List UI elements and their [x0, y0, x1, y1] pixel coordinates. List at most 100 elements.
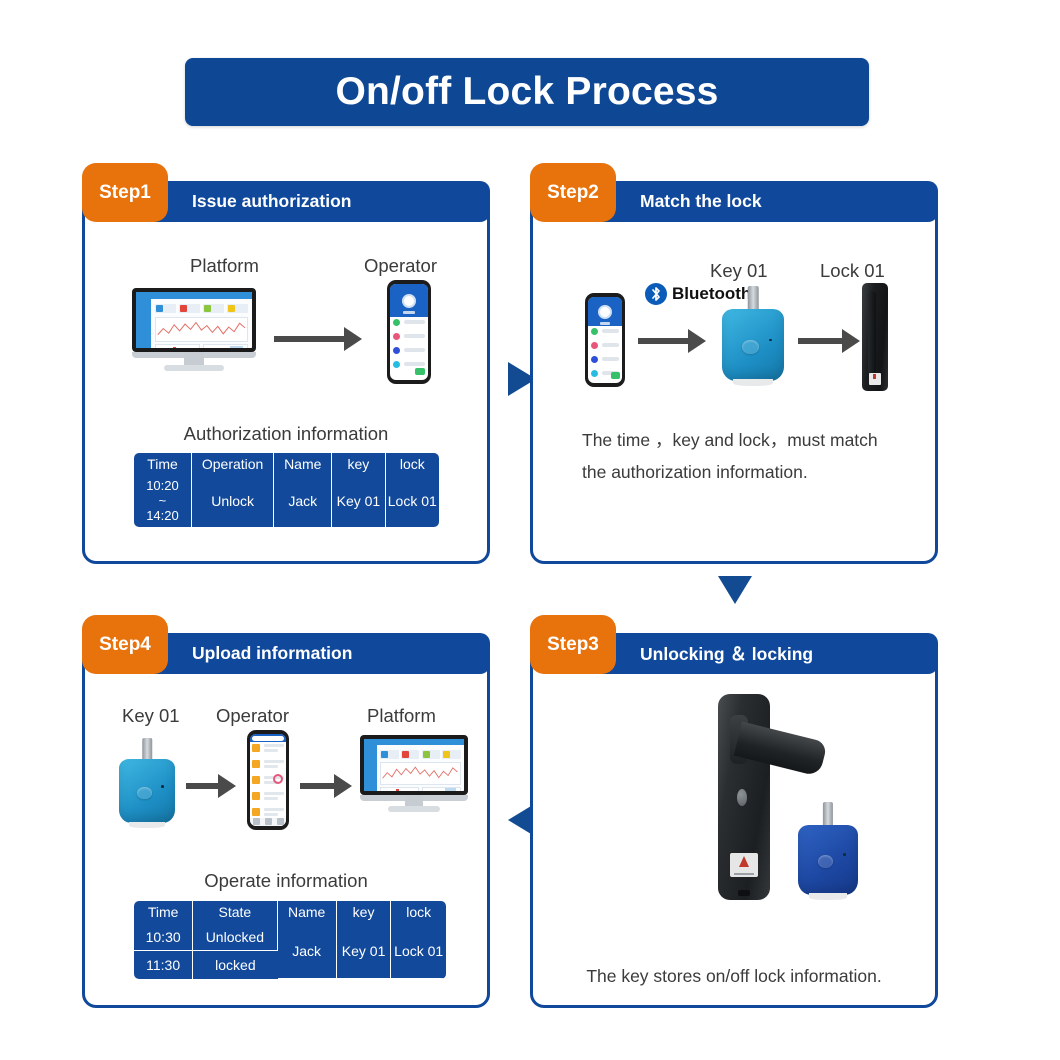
phone-tab-bar [250, 817, 286, 826]
table-header-row: Time Operation Name key lock [134, 453, 439, 476]
th-lock: lock [399, 456, 425, 472]
operator-phone-illustration [387, 280, 431, 384]
step2-flow-arrow-2 [798, 328, 860, 354]
step1-panel: Issue authorization Step1 Platform Opera… [82, 163, 490, 564]
key-shank [142, 738, 152, 762]
step4-panel: Upload information Step4 Key 01 Operator… [82, 615, 490, 1008]
step1-header-label: Issue authorization [192, 191, 352, 211]
table-row: 10:20 ~14:20 Unlock Jack Key 01 Lock 01 [134, 475, 439, 528]
key-tip [733, 379, 773, 386]
lock-knob [736, 788, 748, 807]
phone-status-bar [390, 284, 428, 291]
step2-flow-arrow-1 [638, 328, 706, 354]
step1-badge: Step1 [82, 163, 168, 222]
step1-caption-platform: Platform [190, 255, 259, 276]
key-led-icon [768, 338, 772, 342]
key-shell [722, 309, 784, 381]
cell-state: Unlocked [193, 923, 278, 952]
step4-header-label: Upload information [192, 643, 353, 663]
phone-search-bar [250, 734, 286, 743]
step4-caption-operator: Operator [216, 705, 290, 726]
key-button [742, 339, 759, 354]
lock-card-slot [737, 889, 751, 896]
th-name: Name [278, 901, 337, 924]
step3-key-fob-illustration [798, 802, 858, 900]
monitor-sidebar [364, 739, 377, 791]
monitor-stand-base [164, 364, 224, 371]
monitor-stat-cards [151, 299, 252, 315]
key-tip [129, 821, 165, 828]
cell-state: locked [215, 957, 256, 974]
monitor-stat-cards [377, 745, 464, 760]
step2-caption-lock: Lock 01 [820, 260, 885, 281]
cell-time: 11:30 [134, 951, 194, 980]
key-shell [798, 824, 858, 896]
key-led-icon [161, 785, 164, 788]
monitor-line-chart [155, 316, 248, 342]
step4-operator-phone-illustration [247, 730, 289, 830]
table-header-row: Time State Name key lock [134, 901, 446, 924]
step4-caption-key: Key 01 [122, 705, 180, 726]
cell-lock: Lock 01 [391, 923, 446, 980]
lock-handle [868, 290, 877, 375]
step4-flow-arrow-2 [300, 773, 352, 799]
step2-description-line-2: the authorization information. [582, 462, 808, 482]
key-fob-illustration [722, 286, 784, 386]
key-tip [808, 893, 848, 900]
cell-operation: Unlock [192, 475, 275, 528]
phone-action-button [610, 371, 620, 379]
lock-face-plate [718, 694, 828, 900]
step2-badge-label: Step2 [547, 181, 599, 203]
phone-record-list [250, 742, 286, 826]
cell-key: Key 01 [336, 923, 392, 980]
operate-information-table: Time State Name key lock 10:30 Unlocked … [134, 901, 446, 980]
step2-badge: Step2 [530, 163, 616, 222]
step4-key-fob-illustration [119, 738, 175, 828]
step1-flow-arrow [274, 326, 362, 352]
step3-panel: Unlocking ＆ locking Step3 The key stores… [530, 615, 938, 1008]
monitor-line-chart [380, 762, 461, 785]
monitor-screen [132, 288, 256, 353]
monitor-screen [360, 735, 468, 795]
platform-monitor-illustration [132, 288, 256, 376]
smart-lock-illustration [862, 283, 888, 391]
lock-body [862, 283, 888, 391]
step3-description-line-1: The key stores on/off lock information. [586, 966, 882, 986]
step2-description: The time ，key and lock，must match the au… [582, 424, 902, 488]
cell-name: Jack [277, 923, 337, 980]
lock-brand-badge [730, 852, 758, 878]
step4-badge-label: Step4 [99, 633, 151, 655]
infographic-page: On/off Lock Process Issue authorization … [0, 0, 1060, 1060]
monitor-bottom-widgets [155, 343, 248, 349]
door-handle-lock-illustration [718, 694, 828, 900]
monitor-sidebar [136, 292, 152, 349]
step4-table-title: Operate information [204, 870, 368, 891]
monitor-bottom-widgets [380, 786, 461, 791]
step4-badge: Step4 [82, 615, 168, 674]
th-lock: lock [406, 904, 432, 920]
cell-time: 10:20 ~14:20 [134, 475, 192, 528]
key-shell [119, 758, 175, 824]
cell-name: Jack [274, 475, 333, 528]
step1-badge-label: Step1 [99, 181, 151, 203]
monitor-stand-base [388, 806, 440, 813]
step3-header-label: Unlocking ＆ locking [640, 644, 814, 664]
step3-badge: Step3 [530, 615, 616, 674]
page-title-banner: On/off Lock Process [185, 58, 869, 126]
step4-platform-monitor-illustration [360, 735, 468, 817]
th-operation: Operation [192, 453, 275, 476]
step1-caption-operator: Operator [364, 255, 438, 276]
step3-badge-label: Step3 [547, 633, 599, 655]
authorization-information-table: Time Operation Name key lock 10:20 ~14:20… [134, 453, 439, 528]
key-button [817, 854, 834, 869]
cell-time: 10:30 [134, 923, 194, 952]
step2-phone-illustration [585, 293, 625, 387]
phone-profile-hero [390, 290, 428, 317]
step2-header-label: Match the lock [640, 191, 762, 211]
connector-arrow-step2-to-step3 [718, 576, 752, 604]
phone-action-button [415, 368, 426, 376]
step1-table-title: Authorization information [183, 423, 389, 444]
phone-avatar-icon [402, 293, 416, 308]
bluetooth-icon [645, 283, 667, 305]
table-row: 10:30 Unlocked Jack Key 01 Lock 01 [134, 923, 446, 980]
